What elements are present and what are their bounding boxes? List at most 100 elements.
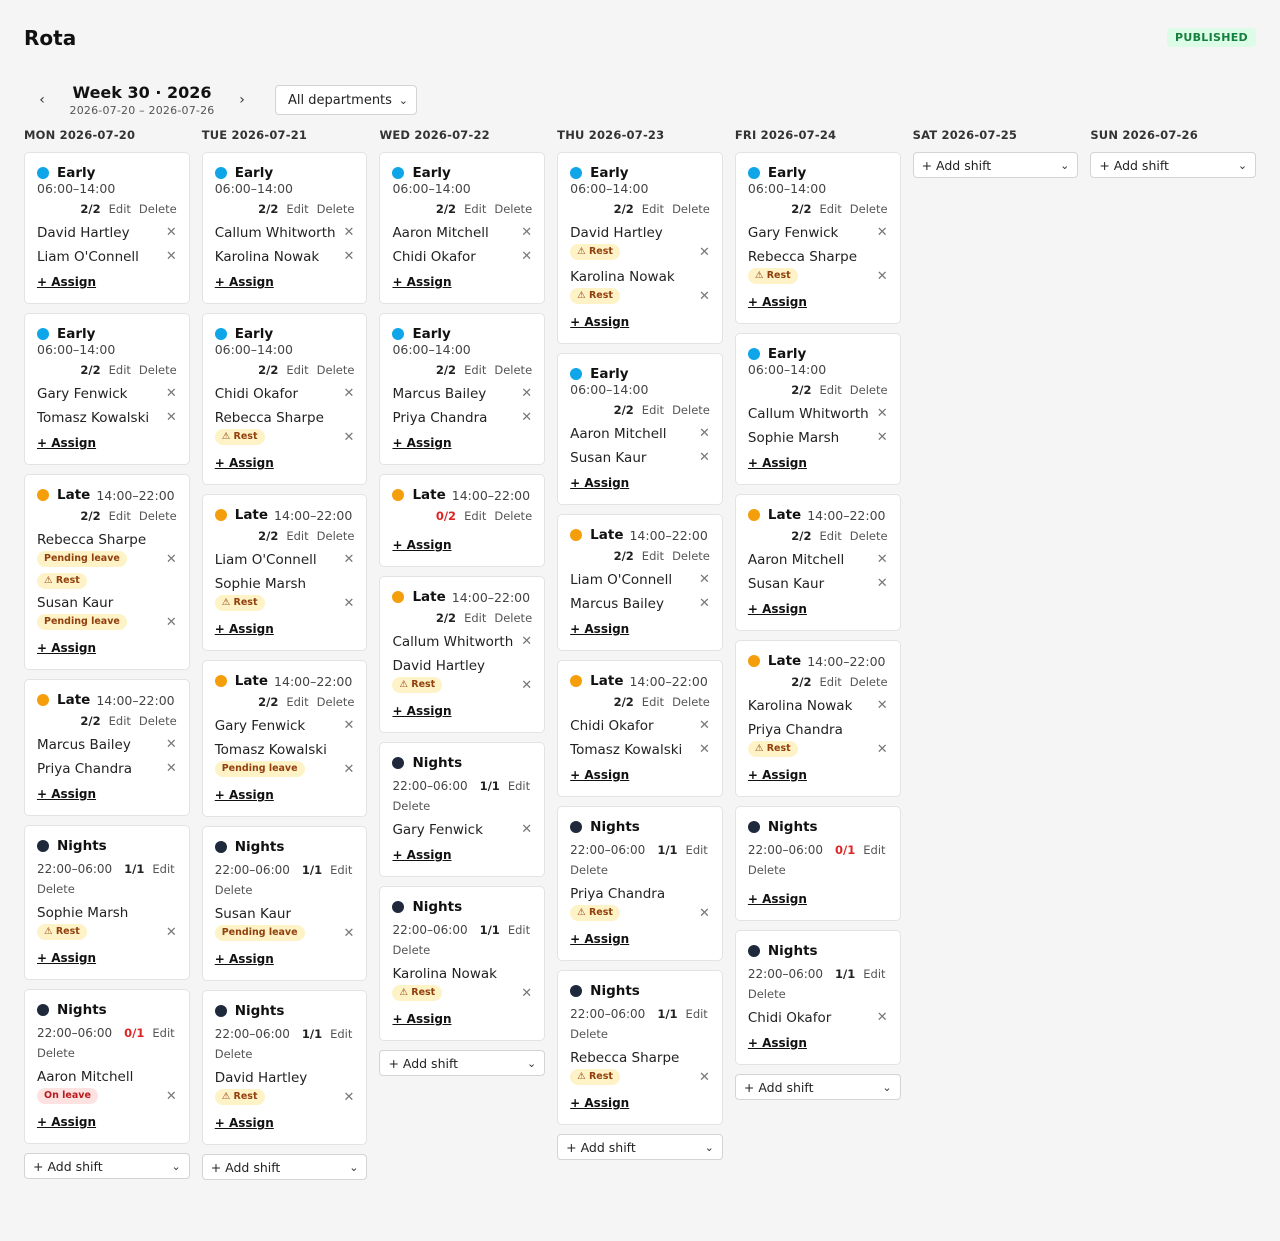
delete-shift-button[interactable]: Delete [139,202,177,216]
remove-assignee-close-icon[interactable]: ✕ [699,424,710,444]
remove-assignee-close-icon[interactable]: ✕ [344,550,355,570]
assign-staff-button[interactable]: + Assign [748,892,807,906]
edit-shift-button[interactable]: Edit [109,363,131,377]
delete-shift-button[interactable]: Delete [139,714,177,728]
delete-shift-button[interactable]: Delete [850,202,888,216]
edit-shift-button[interactable]: Edit [508,779,530,793]
edit-shift-button[interactable]: Edit [152,1026,174,1040]
remove-assignee-close-icon[interactable]: ✕ [521,676,532,696]
remove-assignee-close-icon[interactable]: ✕ [699,904,710,924]
edit-shift-button[interactable]: Edit [286,363,308,377]
delete-shift-button[interactable]: Delete [570,863,608,877]
remove-assignee-close-icon[interactable]: ✕ [877,267,888,287]
edit-shift-button[interactable]: Edit [464,363,486,377]
remove-assignee-close-icon[interactable]: ✕ [166,550,177,570]
remove-assignee-close-icon[interactable]: ✕ [521,408,532,428]
remove-assignee-close-icon[interactable]: ✕ [344,716,355,736]
edit-shift-button[interactable]: Edit [863,843,885,857]
assign-staff-button[interactable]: + Assign [392,848,451,862]
remove-assignee-close-icon[interactable]: ✕ [699,448,710,468]
delete-shift-button[interactable]: Delete [672,549,710,563]
delete-shift-button[interactable]: Delete [37,1046,75,1060]
add-shift-select[interactable]: + Add shift ⌄ [1090,152,1257,178]
edit-shift-button[interactable]: Edit [863,967,885,981]
add-shift-select[interactable]: + Add shift ⌄ [201,1154,368,1180]
remove-assignee-close-icon[interactable]: ✕ [699,716,710,736]
edit-shift-button[interactable]: Edit [820,529,842,543]
delete-shift-button[interactable]: Delete [748,987,786,1001]
remove-assignee-close-icon[interactable]: ✕ [166,1087,177,1107]
delete-shift-button[interactable]: Delete [850,383,888,397]
edit-shift-button[interactable]: Edit [642,695,664,709]
edit-shift-button[interactable]: Edit [286,529,308,543]
delete-shift-button[interactable]: Delete [850,529,888,543]
remove-assignee-close-icon[interactable]: ✕ [877,740,888,760]
edit-shift-button[interactable]: Edit [109,714,131,728]
remove-assignee-close-icon[interactable]: ✕ [699,243,710,263]
edit-shift-button[interactable]: Edit [286,202,308,216]
delete-shift-button[interactable]: Delete [317,363,355,377]
remove-assignee-close-icon[interactable]: ✕ [877,404,888,424]
remove-assignee-close-icon[interactable]: ✕ [521,984,532,1004]
remove-assignee-close-icon[interactable]: ✕ [699,594,710,614]
edit-shift-button[interactable]: Edit [820,383,842,397]
add-shift-select[interactable]: + Add shift ⌄ [912,152,1079,178]
assign-staff-button[interactable]: + Assign [37,436,96,450]
remove-assignee-close-icon[interactable]: ✕ [166,384,177,404]
assign-staff-button[interactable]: + Assign [748,602,807,616]
assign-staff-button[interactable]: + Assign [392,538,451,552]
remove-assignee-close-icon[interactable]: ✕ [166,613,177,633]
delete-shift-button[interactable]: Delete [570,1027,608,1041]
edit-shift-button[interactable]: Edit [109,509,131,523]
delete-shift-button[interactable]: Delete [494,509,532,523]
department-select[interactable]: All departments ⌄ [275,85,417,115]
remove-assignee-close-icon[interactable]: ✕ [877,696,888,716]
assign-staff-button[interactable]: + Assign [215,788,274,802]
remove-assignee-close-icon[interactable]: ✕ [521,384,532,404]
assign-staff-button[interactable]: + Assign [37,787,96,801]
remove-assignee-close-icon[interactable]: ✕ [521,632,532,652]
delete-shift-button[interactable]: Delete [494,611,532,625]
assign-staff-button[interactable]: + Assign [570,622,629,636]
add-shift-select[interactable]: + Add shift ⌄ [24,1153,190,1179]
delete-shift-button[interactable]: Delete [850,675,888,689]
assign-staff-button[interactable]: + Assign [392,436,451,450]
assign-staff-button[interactable]: + Assign [215,952,274,966]
remove-assignee-close-icon[interactable]: ✕ [521,223,532,243]
remove-assignee-close-icon[interactable]: ✕ [344,760,355,780]
edit-shift-button[interactable]: Edit [642,403,664,417]
assign-staff-button[interactable]: + Assign [392,1012,451,1026]
remove-assignee-close-icon[interactable]: ✕ [166,923,177,943]
delete-shift-button[interactable]: Delete [215,1047,253,1061]
remove-assignee-close-icon[interactable]: ✕ [699,287,710,307]
delete-shift-button[interactable]: Delete [139,363,177,377]
remove-assignee-close-icon[interactable]: ✕ [166,408,177,428]
assign-staff-button[interactable]: + Assign [748,295,807,309]
edit-shift-button[interactable]: Edit [508,923,530,937]
prev-week-button[interactable]: ‹ [24,92,60,108]
remove-assignee-close-icon[interactable]: ✕ [877,428,888,448]
delete-shift-button[interactable]: Delete [139,509,177,523]
remove-assignee-close-icon[interactable]: ✕ [699,1068,710,1088]
edit-shift-button[interactable]: Edit [686,843,708,857]
edit-shift-button[interactable]: Edit [152,862,174,876]
edit-shift-button[interactable]: Edit [642,202,664,216]
delete-shift-button[interactable]: Delete [37,882,75,896]
remove-assignee-close-icon[interactable]: ✕ [344,247,355,267]
assign-staff-button[interactable]: + Assign [215,1116,274,1130]
edit-shift-button[interactable]: Edit [642,549,664,563]
add-shift-select[interactable]: + Add shift ⌄ [557,1134,723,1160]
delete-shift-button[interactable]: Delete [317,695,355,709]
delete-shift-button[interactable]: Delete [672,202,710,216]
delete-shift-button[interactable]: Delete [392,943,430,957]
remove-assignee-close-icon[interactable]: ✕ [344,594,355,614]
delete-shift-button[interactable]: Delete [748,863,786,877]
assign-staff-button[interactable]: + Assign [215,275,274,289]
remove-assignee-close-icon[interactable]: ✕ [344,223,355,243]
remove-assignee-close-icon[interactable]: ✕ [166,223,177,243]
remove-assignee-close-icon[interactable]: ✕ [521,820,532,840]
assign-staff-button[interactable]: + Assign [392,704,451,718]
assign-staff-button[interactable]: + Assign [215,456,274,470]
remove-assignee-close-icon[interactable]: ✕ [877,223,888,243]
remove-assignee-close-icon[interactable]: ✕ [166,247,177,267]
